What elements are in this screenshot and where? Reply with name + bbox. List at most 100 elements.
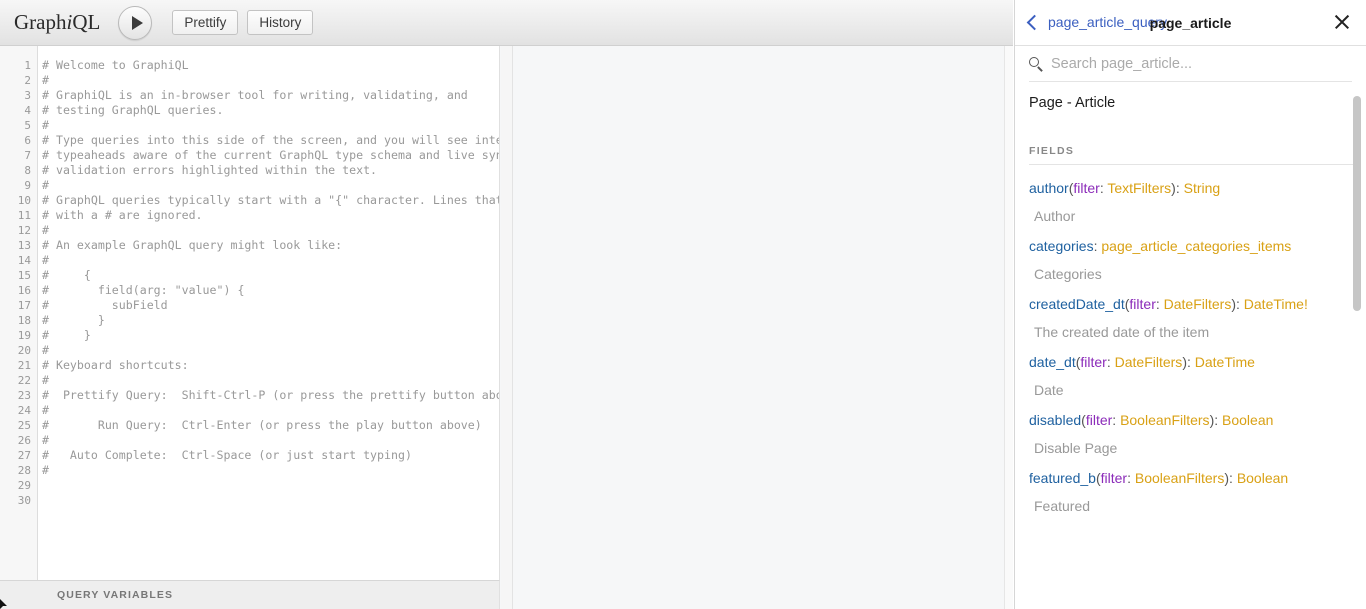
- code-line: # }: [42, 328, 91, 342]
- doc-field-type[interactable]: DateTime!: [1244, 296, 1308, 312]
- doc-field-type[interactable]: page_article_categories_items: [1101, 238, 1291, 254]
- code-line: # typeaheads aware of the current GraphQ…: [42, 148, 499, 162]
- doc-arg-type[interactable]: DateFilters: [1115, 354, 1183, 370]
- gutter-line-number: 17: [17, 299, 31, 312]
- doc-type-colon: :: [1214, 412, 1223, 428]
- doc-arg-type[interactable]: BooleanFilters: [1120, 412, 1210, 428]
- doc-field-name[interactable]: author: [1029, 180, 1069, 196]
- gutter-line-number: 11: [17, 209, 31, 222]
- doc-field-description: Date: [1034, 382, 1064, 398]
- editor-side: GraphiQL Prettify History 1 2 3 4 5 6 7 8 9 10 11 1…: [0, 0, 1013, 609]
- code-line: #: [42, 403, 49, 417]
- doc-fields-section-label: FIELDS: [1029, 145, 1075, 157]
- doc-field-name[interactable]: categories: [1029, 238, 1094, 254]
- doc-arg-name[interactable]: filter: [1073, 180, 1099, 196]
- query-code-area[interactable]: # Welcome to GraphiQL # # GraphiQL is an i…: [39, 46, 499, 580]
- search-input[interactable]: [1051, 55, 1331, 72]
- doc-arg-name[interactable]: filter: [1086, 412, 1112, 428]
- logo-text-post: QL: [72, 10, 101, 34]
- query-editor-pane[interactable]: 1 2 3 4 5 6 7 8 9 10 11 12 13 14 15 16 17 18 19 20 21 22 23 24 2…: [0, 46, 500, 580]
- doc-field-description: Categories: [1034, 266, 1102, 282]
- gutter-line-number: 6: [24, 134, 31, 147]
- gutter-line-number: 27: [17, 449, 31, 462]
- editor-result-splitter[interactable]: [501, 46, 513, 609]
- doc-field-signature: author(filter: TextFilters): String: [1029, 179, 1353, 197]
- doc-field-name[interactable]: createdDate_dt: [1029, 296, 1125, 312]
- gutter-line-number: 30: [17, 494, 31, 507]
- doc-field-row: date_dt(filter: DateFilters): DateTime Da…: [1029, 341, 1353, 399]
- query-variables-bar[interactable]: QUERY VARIABLES: [0, 580, 500, 609]
- result-scrollbar[interactable]: [1004, 46, 1013, 609]
- gutter-line-number: 10: [17, 194, 31, 207]
- code-line: # {: [42, 268, 91, 282]
- line-number-gutter: 1 2 3 4 5 6 7 8 9 10 11 12 13 14 15 16 17 18 19 20 21 22 23 24 2…: [0, 46, 38, 580]
- doc-arg-name[interactable]: filter: [1080, 354, 1106, 370]
- code-line: # Auto Complete: Ctrl-Space (or just sta…: [42, 448, 412, 462]
- gutter-line-number: 26: [17, 434, 31, 447]
- gutter-line-number: 9: [24, 179, 31, 192]
- doc-arg-type[interactable]: TextFilters: [1107, 180, 1171, 196]
- gutter-line-number: 5: [24, 119, 31, 132]
- doc-field-row: categories: page_article_categories_item…: [1029, 225, 1353, 283]
- code-line: #: [42, 433, 49, 447]
- play-icon: [131, 15, 143, 30]
- logo-text-pre: Graph: [14, 10, 67, 34]
- doc-field-description: Author: [1034, 208, 1076, 224]
- doc-field-name[interactable]: featured_b: [1029, 470, 1096, 486]
- code-line: # subField: [42, 298, 168, 312]
- doc-field-name[interactable]: disabled: [1029, 412, 1081, 428]
- doc-field-type[interactable]: String: [1184, 180, 1221, 196]
- query-variables-label: QUERY VARIABLES: [57, 589, 174, 601]
- history-button[interactable]: History: [247, 10, 314, 35]
- code-line: # }: [42, 313, 105, 327]
- doc-search-row[interactable]: [1029, 46, 1352, 82]
- gutter-line-number: 8: [24, 164, 31, 177]
- doc-type-colon: :: [1175, 180, 1184, 196]
- doc-arg-name[interactable]: filter: [1101, 470, 1127, 486]
- code-line: # GraphiQL is an in-browser tool for wri…: [42, 88, 468, 102]
- doc-field-description: Featured: [1034, 498, 1091, 514]
- code-line: #: [42, 343, 49, 357]
- doc-scrollbar-thumb[interactable]: [1353, 96, 1361, 311]
- doc-field-signature: createdDate_dt(filter: DateFilters): Dat…: [1029, 295, 1353, 313]
- gutter-line-number: 23: [17, 389, 31, 402]
- code-line: # Type queries into this side of the scr…: [42, 133, 499, 147]
- doc-field-type[interactable]: Boolean: [1237, 470, 1288, 486]
- doc-header: page_article_query page_article: [1015, 0, 1366, 46]
- doc-field-type[interactable]: Boolean: [1222, 412, 1273, 428]
- doc-field-row: author(filter: TextFilters): String Autho…: [1029, 167, 1353, 225]
- execute-query-button[interactable]: [118, 5, 153, 40]
- code-line: #: [42, 373, 49, 387]
- doc-field-description: The created date of the item: [1034, 324, 1210, 340]
- code-line: # testing GraphQL queries.: [42, 103, 224, 117]
- gutter-line-number: 1: [24, 59, 31, 72]
- doc-body: Page - Article FIELDS author(filter: Tex…: [1015, 82, 1366, 609]
- doc-field-signature: categories: page_article_categories_item…: [1029, 237, 1353, 255]
- code-line: #: [42, 118, 49, 132]
- doc-arg-type[interactable]: DateFilters: [1164, 296, 1232, 312]
- code-line: # An example GraphQL query might look li…: [42, 238, 343, 252]
- documentation-explorer: page_article_query page_article Page - A…: [1014, 0, 1366, 609]
- gutter-line-number: 22: [17, 374, 31, 387]
- doc-inner: Page - Article FIELDS author(filter: Tex…: [1015, 82, 1366, 515]
- code-top-pad: [42, 46, 499, 58]
- doc-field-row: featured_b(filter: BooleanFilters): Bool…: [1029, 457, 1353, 515]
- doc-back-button[interactable]: page_article_query: [1026, 14, 1167, 30]
- doc-field-type[interactable]: DateTime: [1195, 354, 1255, 370]
- code-line: # Keyboard shortcuts:: [42, 358, 189, 372]
- doc-arg-colon: :: [1155, 296, 1164, 312]
- gutter-line-number: 28: [17, 464, 31, 477]
- doc-field-signature: featured_b(filter: BooleanFilters): Bool…: [1029, 469, 1353, 487]
- doc-arg-colon: :: [1106, 354, 1115, 370]
- doc-arg-type[interactable]: BooleanFilters: [1135, 470, 1225, 486]
- doc-field-name[interactable]: date_dt: [1029, 354, 1076, 370]
- gutter-top-pad: [0, 46, 37, 58]
- doc-arg-name[interactable]: filter: [1129, 296, 1155, 312]
- close-icon[interactable]: [1332, 12, 1352, 32]
- code-line: # Welcome to GraphiQL: [42, 58, 189, 72]
- gutter-line-number: 12: [17, 224, 31, 237]
- prettify-button[interactable]: Prettify: [172, 10, 239, 35]
- doc-scrollbar-track[interactable]: [1352, 46, 1364, 609]
